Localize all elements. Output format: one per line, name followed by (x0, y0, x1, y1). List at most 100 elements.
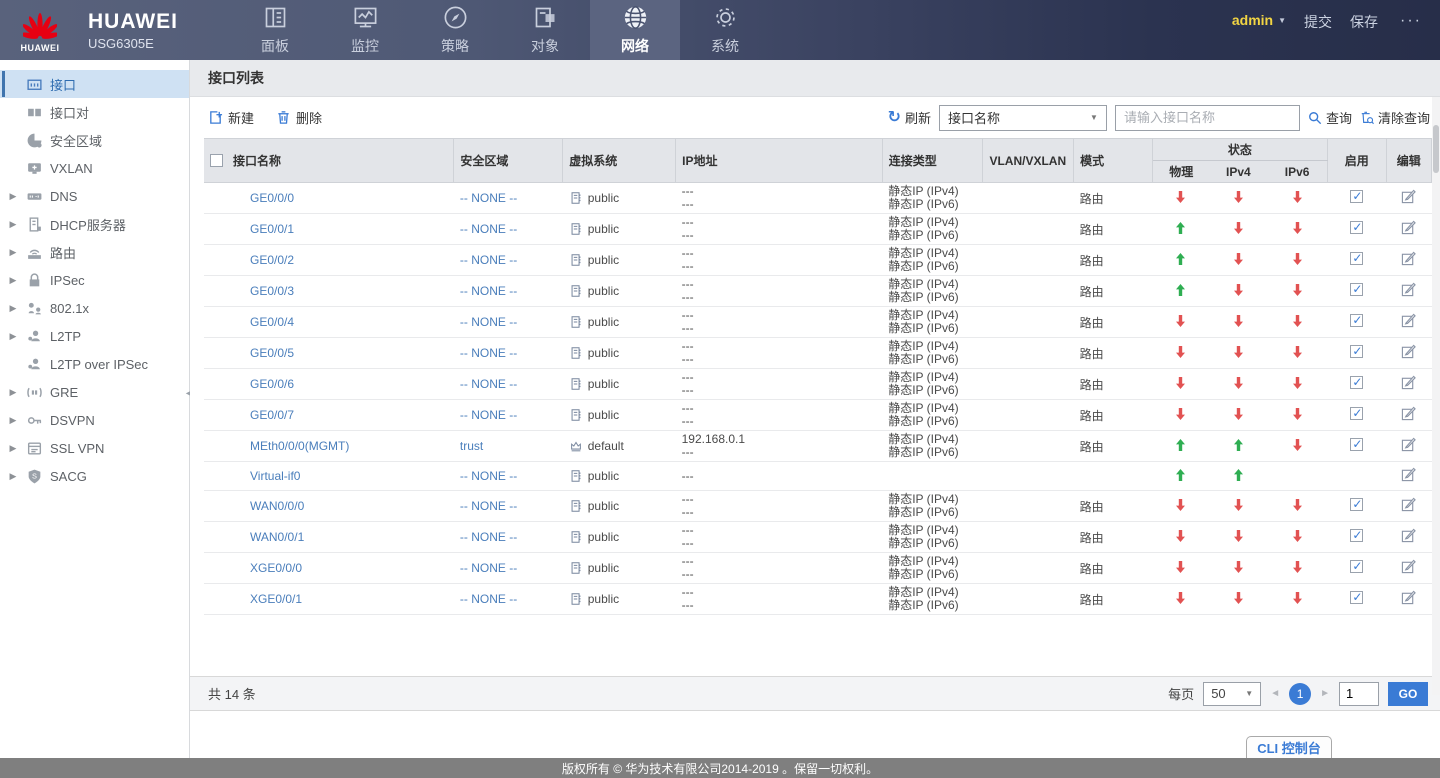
sidebar-item-dhcp-server[interactable]: ▶DHCP服务器 (0, 210, 189, 238)
enable-checkbox[interactable] (1350, 529, 1363, 542)
security-zone-link[interactable]: -- NONE -- (460, 469, 517, 483)
delete-button[interactable]: 删除 (276, 108, 322, 127)
enable-checkbox[interactable] (1350, 591, 1363, 604)
new-button[interactable]: 新建 (208, 108, 254, 127)
edit-icon[interactable] (1401, 189, 1416, 204)
edit-icon[interactable] (1401, 344, 1416, 359)
interface-name-link[interactable]: GE0/0/6 (250, 377, 294, 391)
interface-name-link[interactable]: GE0/0/0 (250, 191, 294, 205)
edit-icon[interactable] (1401, 251, 1416, 266)
refresh-button[interactable]: ↻ 刷新 (888, 108, 931, 127)
sidebar-item-ipsec[interactable]: ▶IPSec (0, 266, 189, 294)
edit-icon[interactable] (1401, 528, 1416, 543)
security-zone-link[interactable]: -- NONE -- (460, 191, 517, 205)
sidebar-item-security-zone[interactable]: 安全区域 (0, 126, 189, 154)
sidebar-item-8021x[interactable]: ▶802.1x (0, 294, 189, 322)
security-zone-link[interactable]: -- NONE -- (460, 222, 517, 236)
interface-name-link[interactable]: Virtual-if0 (250, 469, 300, 483)
edit-icon[interactable] (1401, 497, 1416, 512)
sidebar-item-sacg[interactable]: ▶SACG (0, 462, 189, 490)
sidebar-item-l2tp-over-ipsec[interactable]: L2TP over IPSec (0, 350, 189, 378)
edit-icon[interactable] (1401, 590, 1416, 605)
sidebar-item-dns[interactable]: ▶DNS (0, 182, 189, 210)
search-input[interactable] (1115, 105, 1300, 131)
enable-checkbox[interactable] (1350, 407, 1363, 420)
edit-icon[interactable] (1401, 437, 1416, 452)
interface-name-link[interactable]: GE0/0/1 (250, 222, 294, 236)
cell-status-phys (1152, 522, 1209, 553)
cli-console-button[interactable]: CLI 控制台 (1246, 736, 1332, 758)
edit-icon[interactable] (1401, 559, 1416, 574)
edit-icon[interactable] (1401, 313, 1416, 328)
edit-icon[interactable] (1401, 467, 1416, 482)
enable-checkbox[interactable] (1350, 345, 1363, 358)
cell-mode: 路由 (1074, 553, 1153, 584)
tab-network[interactable]: 网络 (590, 0, 680, 60)
enable-checkbox[interactable] (1350, 438, 1363, 451)
edit-icon[interactable] (1401, 282, 1416, 297)
security-zone-link[interactable]: -- NONE -- (460, 377, 517, 391)
cell-security-zone: -- NONE -- (454, 369, 563, 400)
scrollbar-thumb[interactable] (1433, 125, 1439, 173)
sidebar-item-interface-pair[interactable]: 接口对 (0, 98, 189, 126)
more-menu-icon[interactable]: ··· (1400, 12, 1422, 30)
interface-name-link[interactable]: WAN0/0/1 (250, 530, 304, 544)
sidebar-item-route[interactable]: ▶路由 (0, 238, 189, 266)
enable-checkbox[interactable] (1350, 283, 1363, 296)
interface-name-link[interactable]: GE0/0/4 (250, 315, 294, 329)
current-page-button[interactable]: 1 (1289, 683, 1311, 705)
interface-name-link[interactable]: XGE0/0/1 (250, 592, 302, 606)
sidebar-item-l2tp[interactable]: ▶L2TP (0, 322, 189, 350)
interface-name-link[interactable]: GE0/0/7 (250, 408, 294, 422)
sidebar-item-vxlan[interactable]: VXLAN (0, 154, 189, 182)
prev-page-button[interactable]: ◄ (1270, 688, 1280, 699)
goto-page-input[interactable] (1339, 682, 1379, 706)
query-button[interactable]: 查询 (1308, 108, 1352, 127)
security-zone-link[interactable]: -- NONE -- (460, 315, 517, 329)
sidebar-item-gre[interactable]: ▶GRE (0, 378, 189, 406)
save-button[interactable]: 保存 (1350, 12, 1378, 32)
security-zone-link[interactable]: -- NONE -- (460, 561, 517, 575)
commit-button[interactable]: 提交 (1304, 12, 1332, 32)
go-button[interactable]: GO (1388, 682, 1428, 706)
enable-checkbox[interactable] (1350, 376, 1363, 389)
security-zone-link[interactable]: trust (460, 439, 483, 453)
vertical-scrollbar[interactable] (1432, 97, 1440, 695)
page-size-select[interactable]: 50 ▼ (1203, 682, 1261, 706)
interface-name-link[interactable]: GE0/0/3 (250, 284, 294, 298)
tab-system[interactable]: 系统 (680, 0, 770, 60)
sidebar-item-ssl-vpn[interactable]: ▶SSL VPN (0, 434, 189, 462)
enable-checkbox[interactable] (1350, 498, 1363, 511)
tab-object[interactable]: 对象 (500, 0, 590, 60)
security-zone-link[interactable]: -- NONE -- (460, 408, 517, 422)
interface-name-link[interactable]: GE0/0/5 (250, 346, 294, 360)
filter-field-select[interactable]: 接口名称 ▼ (939, 105, 1107, 131)
sidebar-item-dsvpn[interactable]: ▶DSVPN (0, 406, 189, 434)
clear-query-button[interactable]: 清除查询 (1360, 108, 1430, 127)
edit-icon[interactable] (1401, 375, 1416, 390)
tab-dashboard[interactable]: 面板 (230, 0, 320, 60)
security-zone-link[interactable]: -- NONE -- (460, 284, 517, 298)
security-zone-link[interactable]: -- NONE -- (460, 530, 517, 544)
enable-checkbox[interactable] (1350, 560, 1363, 573)
security-zone-link[interactable]: -- NONE -- (460, 346, 517, 360)
enable-checkbox[interactable] (1350, 221, 1363, 234)
security-zone-link[interactable]: -- NONE -- (460, 499, 517, 513)
edit-icon[interactable] (1401, 406, 1416, 421)
interface-name-link[interactable]: GE0/0/2 (250, 253, 294, 267)
security-zone-link[interactable]: -- NONE -- (460, 592, 517, 606)
user-menu[interactable]: admin ▼ (1232, 12, 1286, 28)
interface-name-link[interactable]: MEth0/0/0(MGMT) (250, 439, 349, 453)
next-page-button[interactable]: ► (1320, 688, 1330, 699)
sidebar-item-interface[interactable]: 接口 (0, 70, 189, 98)
enable-checkbox[interactable] (1350, 252, 1363, 265)
select-all-checkbox[interactable] (210, 154, 223, 167)
tab-policy[interactable]: 策略 (410, 0, 500, 60)
enable-checkbox[interactable] (1350, 314, 1363, 327)
edit-icon[interactable] (1401, 220, 1416, 235)
security-zone-link[interactable]: -- NONE -- (460, 253, 517, 267)
enable-checkbox[interactable] (1350, 190, 1363, 203)
interface-name-link[interactable]: WAN0/0/0 (250, 499, 304, 513)
tab-monitor[interactable]: 监控 (320, 0, 410, 60)
interface-name-link[interactable]: XGE0/0/0 (250, 561, 302, 575)
